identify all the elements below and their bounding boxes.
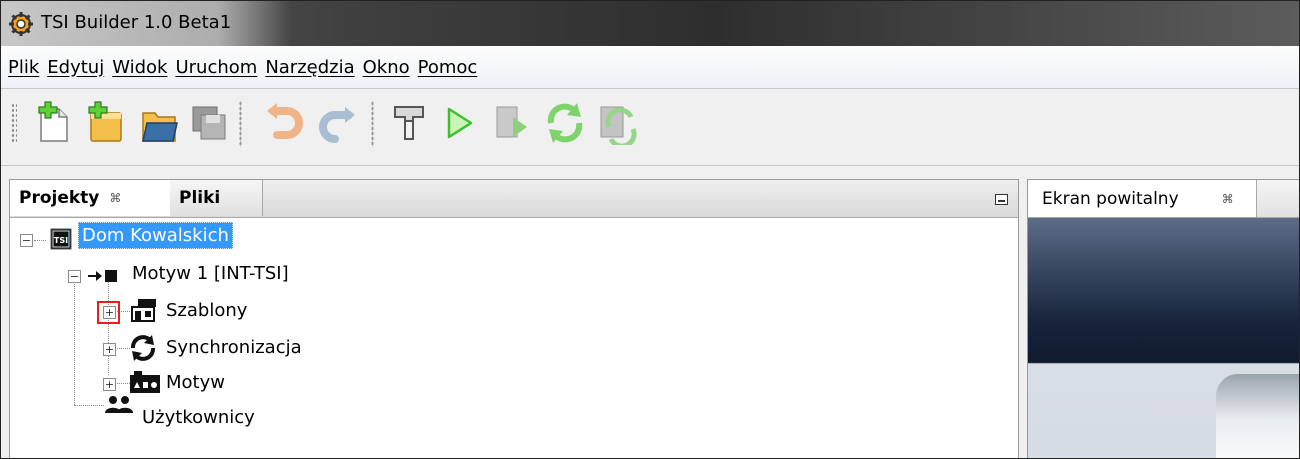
app-window: TSI Builder 1.0 Beta1 Plik Edytuj Widok … — [0, 0, 1300, 459]
minimize-panel-icon[interactable] — [995, 194, 1008, 205]
root-collapse-toggle[interactable]: − — [20, 234, 33, 247]
run-icon — [447, 107, 473, 139]
save-all-button[interactable] — [187, 101, 231, 145]
projects-tabstrip: Projekty ⌘ Pliki — [10, 180, 1018, 218]
welcome-panel: Ekran powitalny ⌘ — [1027, 179, 1299, 458]
toolbar-separator-2 — [371, 101, 374, 147]
menu-bar: Plik Edytuj Widok Uruchom Narzędzia Okno… — [1, 46, 1299, 89]
build-hammer-icon — [394, 106, 424, 140]
save-all-icon — [192, 106, 226, 140]
users-icon — [105, 396, 133, 413]
welcome-content — [1028, 218, 1299, 458]
menu-uruchom[interactable]: Uruchom — [175, 57, 257, 78]
menu-plik[interactable]: Plik — [8, 57, 39, 78]
tab-pliki[interactable]: Pliki — [170, 180, 263, 216]
sync-all-icon — [600, 106, 637, 149]
theme-icon — [130, 371, 160, 393]
run-button[interactable] — [437, 101, 481, 145]
deploy-button[interactable] — [489, 101, 533, 145]
highlight-box — [97, 301, 120, 324]
deploy-icon — [496, 106, 527, 138]
toolbar-separator — [239, 101, 242, 147]
redo-button[interactable] — [315, 101, 359, 145]
tree-node-szablony[interactable]: Szablony — [166, 300, 247, 321]
menu-okno[interactable]: Okno — [363, 57, 410, 78]
toolbar — [1, 89, 1299, 166]
new-project-button[interactable] — [83, 101, 127, 145]
sync-icon — [547, 103, 583, 143]
tsi-badge-text: TSI — [54, 236, 68, 245]
tree-node-motyw[interactable]: Motyw — [166, 372, 225, 393]
tab-ekran-powitalny-label: Ekran powitalny — [1042, 188, 1179, 209]
title-bar: TSI Builder 1.0 Beta1 — [1, 1, 1299, 46]
tab-pliki-label: Pliki — [179, 188, 221, 208]
open-project-button[interactable] — [137, 101, 181, 145]
tree-node-root[interactable]: Dom Kowalskich — [78, 222, 233, 249]
sync-icon — [130, 335, 156, 361]
menu-pomoc[interactable]: Pomoc — [418, 57, 478, 78]
menu-edytuj[interactable]: Edytuj — [47, 57, 104, 78]
window-title: TSI Builder 1.0 Beta1 — [41, 12, 232, 33]
templates-icon — [131, 299, 156, 322]
tab-close-icon[interactable]: ⌘ — [1222, 192, 1234, 206]
undo-icon — [267, 103, 303, 139]
tree-node-theme[interactable]: Motyw 1 [INT-TSI] — [132, 263, 289, 284]
new-project-icon — [88, 101, 122, 142]
motyw-expand-toggle[interactable]: + — [103, 378, 116, 391]
app-gear-icon — [9, 12, 33, 36]
sync-button[interactable] — [543, 101, 587, 145]
projects-panel: Projekty ⌘ Pliki − TSI Dom Kowalskich − … — [9, 179, 1019, 458]
tree-node-root-label: Dom Kowalskich — [78, 222, 233, 249]
menu-narzedzia[interactable]: Narzędzia — [265, 57, 354, 78]
tree-node-synchronizacja[interactable]: Synchronizacja — [166, 337, 302, 358]
tree-node-users[interactable]: Użytkownicy — [142, 407, 255, 428]
synchronizacja-expand-toggle[interactable]: + — [103, 343, 116, 356]
redo-icon — [319, 107, 355, 143]
new-file-button[interactable] — [31, 101, 75, 145]
tab-close-icon[interactable]: ⌘ — [109, 191, 121, 205]
build-button[interactable] — [387, 101, 431, 145]
welcome-tabstrip: Ekran powitalny ⌘ — [1028, 180, 1299, 218]
sync-all-button[interactable] — [595, 101, 639, 149]
new-file-icon — [38, 101, 68, 142]
tsi-project-icon: TSI — [50, 228, 72, 250]
tab-projekty-label: Projekty — [19, 188, 100, 208]
tab-projekty[interactable]: Projekty ⌘ — [10, 180, 171, 216]
theme-arrow-icon — [88, 270, 117, 282]
theme-collapse-toggle[interactable]: − — [68, 270, 81, 283]
undo-button[interactable] — [263, 101, 307, 145]
menu-widok[interactable]: Widok — [112, 57, 167, 78]
welcome-card — [1216, 374, 1299, 458]
tab-ekran-powitalny[interactable]: Ekran powitalny ⌘ — [1028, 180, 1257, 217]
open-project-icon — [142, 112, 178, 142]
toolbar-grip[interactable] — [11, 103, 17, 143]
project-tree: − TSI Dom Kowalskich − Motyw 1 [INT-TSI]… — [10, 217, 1018, 458]
